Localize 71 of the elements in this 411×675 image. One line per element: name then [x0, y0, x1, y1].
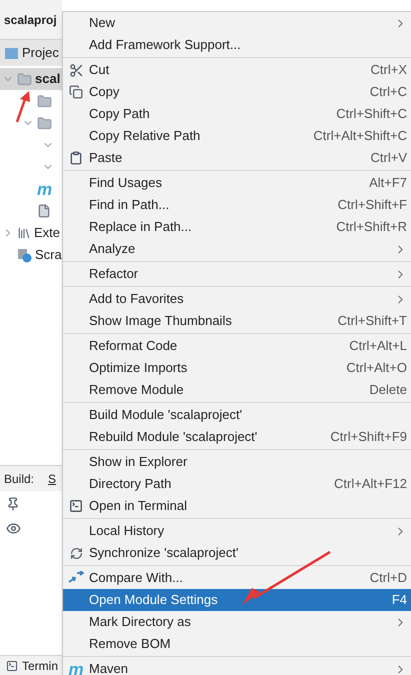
menu-item[interactable]: Analyze: [63, 238, 411, 260]
menu-item[interactable]: Copy Path Ctrl+Shift+C: [63, 103, 411, 125]
shortcut-label: Ctrl+V: [370, 149, 407, 168]
shortcut-label: Ctrl+C: [370, 83, 407, 102]
menu-item[interactable]: Cut Ctrl+X: [63, 59, 411, 81]
pin-icon[interactable]: [6, 497, 20, 511]
tree-label: scal: [35, 70, 60, 88]
menu-item[interactable]: Remove Module Delete: [63, 379, 411, 401]
shortcut-label: Ctrl+Alt+O: [346, 359, 407, 378]
menu-item[interactable]: Refactor: [63, 263, 411, 285]
shortcut-label: Ctrl+Shift+F9: [330, 428, 407, 446]
terminal-icon[interactable]: [6, 660, 18, 672]
menu-item[interactable]: Compare With... Ctrl+D: [63, 567, 411, 589]
refresh-icon: [70, 546, 82, 560]
shortcut-label: Ctrl+Alt+F12: [334, 475, 407, 494]
shortcut-label: Ctrl+X: [370, 61, 407, 80]
menu-item[interactable]: Mark Directory as: [63, 611, 411, 633]
maven-icon: m: [37, 180, 52, 198]
menu-item[interactable]: Paste Ctrl+V: [63, 147, 411, 169]
tree-label: Scra: [35, 246, 62, 264]
shortcut-label: Ctrl+Alt+L: [349, 337, 407, 356]
shortcut-label: Ctrl+Shift+F: [338, 196, 407, 214]
menu-item[interactable]: Open Module Settings F4: [63, 589, 411, 611]
menu-item[interactable]: Show in Explorer: [63, 451, 411, 473]
shortcut-label: Ctrl+D: [370, 569, 407, 588]
compare-arrows-icon: [68, 571, 84, 585]
shortcut-label: Ctrl+Shift+C: [336, 105, 407, 124]
menu-item[interactable]: Build Module 'scalaproject': [63, 404, 411, 426]
menu-item[interactable]: Find in Path... Ctrl+Shift+F: [63, 194, 411, 216]
shortcut-label: F4: [392, 591, 407, 610]
build-label: Build:: [4, 470, 34, 488]
menu-item[interactable]: Remove BOM: [63, 633, 411, 655]
shortcut-label: Alt+F7: [369, 174, 407, 192]
scissors-icon: [68, 62, 84, 78]
terminal-tab[interactable]: Termin: [22, 656, 58, 674]
menu-item[interactable]: Rebuild Module 'scalaproject' Ctrl+Shift+F9: [63, 426, 411, 448]
tree-label: Exte: [34, 224, 60, 242]
scratch-file-icon: [17, 248, 32, 262]
menu-item[interactable]: Show Image Thumbnails Ctrl+Shift+T: [63, 310, 411, 332]
folder-icon: [17, 72, 32, 86]
shortcut-label: Ctrl+Shift+R: [336, 218, 407, 236]
menu-item[interactable]: Find Usages Alt+F7: [63, 172, 411, 194]
folder-icon: [37, 94, 52, 108]
eye-icon[interactable]: [6, 521, 21, 536]
menu-item[interactable]: Open in Terminal: [63, 495, 411, 517]
shortcut-label: Delete: [369, 381, 407, 400]
project-tab[interactable]: Projec: [0, 40, 62, 66]
menu-item[interactable]: Reformat Code Ctrl+Alt+L: [63, 335, 411, 357]
menu-item[interactable]: Copy Ctrl+C: [63, 81, 411, 103]
menu-item[interactable]: Synchronize 'scalaproject': [63, 542, 411, 564]
menu-item[interactable]: Local History: [63, 520, 411, 542]
shortcut-label: Ctrl+Alt+Shift+C: [313, 127, 407, 146]
menu-item[interactable]: Add Framework Support...: [63, 34, 411, 56]
menu-item[interactable]: Add to Favorites: [63, 288, 411, 310]
maven-icon: m: [68, 660, 84, 675]
arrow-drawing: [14, 91, 32, 123]
shortcut-label: Ctrl+Shift+T: [338, 312, 407, 330]
copy-icon: [69, 85, 83, 99]
clipboard-icon: [69, 151, 83, 165]
terminal-icon: [69, 499, 83, 513]
folder-icon: [37, 116, 52, 130]
menu-item[interactable]: Optimize Imports Ctrl+Alt+O: [63, 357, 411, 379]
menu-item[interactable]: Copy Relative Path Ctrl+Alt+Shift+C: [63, 125, 411, 147]
library-icon: [17, 226, 31, 240]
menu-item[interactable]: Directory Path Ctrl+Alt+F12: [63, 473, 411, 495]
build-tab[interactable]: S: [48, 470, 56, 488]
project-title: scalaproj: [4, 12, 57, 28]
menu-item[interactable]: New: [63, 12, 411, 34]
menu-item[interactable]: m Maven: [63, 658, 411, 675]
file-icon: [37, 204, 51, 218]
menu-item[interactable]: Replace in Path... Ctrl+Shift+R: [63, 216, 411, 238]
